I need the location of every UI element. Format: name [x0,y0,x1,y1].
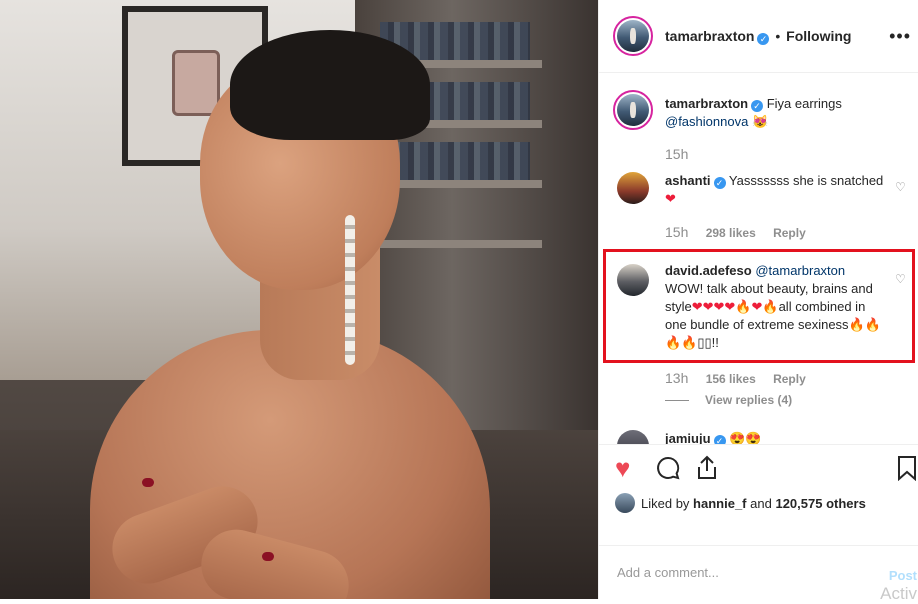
person-figure [90,30,490,599]
caption-text: Fiya earrings [766,96,842,111]
comment-username[interactable]: jamiuju [665,431,711,444]
reply-button[interactable]: Reply [773,226,806,240]
caption-text-block: tamarbraxton ✓ Fiya earrings @fashionnova… [665,95,885,131]
liked-by-prefix: Liked by [641,495,690,511]
verified-badge-icon: ✓ [713,177,726,189]
verified-badge-icon: ✓ [713,435,726,444]
heart-eyes-emojis: 😍😍 [729,431,762,444]
comment-text-tail: ▯▯!! [697,335,719,350]
bookmark-icon[interactable] [897,455,917,485]
post-header: tamarbraxton ✓ • Following ••• [599,0,918,73]
liked-by-user[interactable]: hannie_f [693,496,746,511]
author-avatar[interactable] [613,16,653,56]
liked-by-connector: and [750,495,772,511]
comment-text-block: david.adefeso @tamarbraxton WOW! talk ab… [665,262,885,352]
nail [262,552,274,561]
comment-text-block: ashanti ✓ Yasssssss she is snatched ❤ [665,172,885,208]
liked-by-count[interactable]: 120,575 others [775,496,865,511]
comment-time[interactable]: 13h [665,370,688,386]
caption-username[interactable]: tamarbraxton [665,96,748,111]
caption-mention-link[interactable]: @fashionnova [665,114,748,129]
comment-username[interactable]: ashanti [665,173,711,188]
post-actions: ♥ Liked by hannie_f and 120,575 others P… [599,444,918,603]
nail [142,478,154,487]
comment-likes[interactable]: 156 likes [706,372,756,386]
activate-watermark: Activ [880,584,917,603]
liked-by-row: Liked by hannie_f and 120,575 others [615,493,866,513]
post-photo[interactable] [0,0,598,599]
comment-mention-link[interactable]: @tamarbraxton [755,263,845,278]
liker-avatar[interactable] [615,493,635,513]
heart-filled-icon[interactable]: ♥ [615,455,630,481]
avatar-image [617,94,649,126]
hair-shape [230,30,430,140]
comments-section[interactable]: tamarbraxton ✓ Fiya earrings @fashionnova… [599,72,918,444]
separator-dot: • [775,28,781,44]
red-heart-emoji: ❤ [665,191,676,206]
comment-input[interactable] [615,564,839,581]
post-button[interactable]: Post [889,568,917,583]
like-comment-heart-icon[interactable]: ♡ [895,272,907,286]
comment-time[interactable]: 15h [665,224,688,240]
header-title-row: tamarbraxton ✓ • Following [665,28,851,45]
avatar-image [617,20,649,52]
commenter-avatar[interactable] [617,430,649,444]
comment-text-block: jamiuju ✓ 😍😍 [665,430,885,444]
comment-meta: 13h 156 likes Reply [665,370,820,386]
commenter-avatar[interactable] [617,264,649,296]
commenter-avatar[interactable] [617,172,649,204]
earring [345,215,355,365]
caption-time[interactable]: 15h [665,146,688,162]
comment-icon[interactable] [655,455,681,485]
view-replies-button[interactable]: View replies (4) [665,393,792,407]
author-username[interactable]: tamarbraxton [665,28,754,44]
comment-meta: 15h 298 likes Reply [665,224,820,240]
more-options-icon[interactable]: ••• [889,26,911,47]
heart-eyes-cat-emoji: 😻 [751,114,769,129]
comment-text: Yasssssss she is snatched [728,173,884,188]
like-comment-heart-icon[interactable]: ♡ [895,180,907,194]
post-side-panel: tamarbraxton ✓ • Following ••• tamarbraxt… [598,0,918,603]
verified-badge-icon: ✓ [751,100,764,112]
verified-badge-icon: ✓ [757,33,770,45]
heart-fire-emojis: ❤❤❤❤🔥❤🔥 [691,299,779,314]
caption-avatar[interactable] [613,90,653,130]
reply-button[interactable]: Reply [773,372,806,386]
comment-username[interactable]: david.adefeso [665,263,752,278]
following-button[interactable]: Following [786,28,851,44]
share-icon[interactable] [695,455,719,485]
add-comment-bar: Post Activ [599,545,918,603]
comment-likes[interactable]: 298 likes [706,226,756,240]
